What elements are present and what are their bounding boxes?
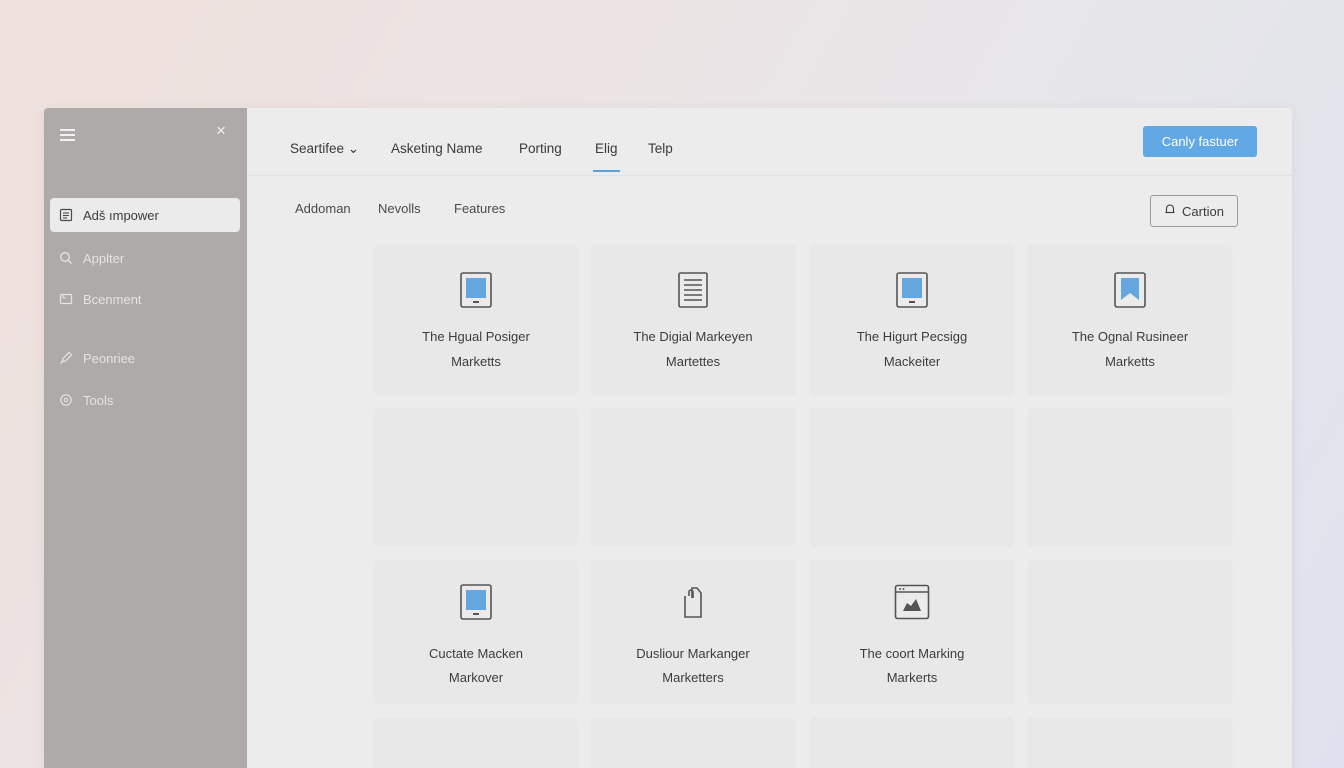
primary-action-button[interactable]: Canly fastuer — [1143, 126, 1257, 157]
card-empty — [1028, 718, 1232, 768]
card-9[interactable]: Dusliour Markanger Marketters — [591, 560, 795, 704]
tablet-icon — [458, 584, 494, 620]
folder-icon — [58, 291, 74, 307]
card-empty — [591, 718, 795, 768]
app-window: × Adš ımpower Applter Bcenment Peonriee — [44, 108, 1292, 768]
caption-button-label: Cartion — [1182, 203, 1224, 219]
card-empty — [1028, 408, 1232, 546]
card-title: The Hgual Posiger — [422, 329, 530, 344]
sidebar-item-tools[interactable]: Tools — [50, 383, 240, 417]
card-empty — [374, 408, 578, 546]
card-title: The Higurt Pecsigg — [856, 329, 968, 344]
card-10[interactable]: The coort Marking Markerts — [810, 560, 1014, 704]
sidebar-item-label: Adš ımpower — [83, 207, 159, 223]
pen-icon — [58, 350, 74, 366]
caption-button[interactable]: Cartion — [1150, 195, 1238, 227]
card-title: The Digial Markeyen — [633, 329, 753, 344]
card-empty — [810, 718, 1014, 768]
nav-item-porting[interactable]: Porting — [519, 141, 562, 156]
nav-item-seartifee[interactable]: Seartifee ⌄ — [290, 141, 359, 157]
card-subtitle: Marketters — [662, 670, 724, 685]
sidebar: × Adš ımpower Applter Bcenment Peonriee — [44, 108, 247, 768]
tablet-icon — [894, 272, 930, 308]
card-3[interactable]: The Ognal Rusineer Marketts — [1028, 245, 1232, 395]
tab-addoman[interactable]: Addoman — [295, 201, 351, 216]
main-content: Seartifee ⌄ Asketing Name Porting Elig T… — [247, 108, 1292, 768]
sidebar-item-peonriee[interactable]: Peonriee — [50, 341, 240, 375]
card-1[interactable]: The Digial Markeyen Martettes — [591, 245, 795, 395]
nav-item-telp[interactable]: Telp — [648, 141, 673, 156]
card-title: Dusliour Markanger — [636, 646, 750, 661]
clipboard-icon — [675, 584, 711, 620]
nav-item-asketing-name[interactable]: Asketing Name — [391, 141, 483, 156]
sidebar-item-label: Bcenment — [83, 291, 142, 307]
menu-icon[interactable] — [60, 129, 75, 141]
settings-icon — [58, 392, 74, 408]
card-empty — [1028, 560, 1232, 704]
tab-nevolls[interactable]: Nevolls — [378, 201, 421, 216]
close-icon[interactable]: × — [216, 121, 226, 141]
document-lines-icon — [675, 272, 711, 308]
card-0[interactable]: The Hgual Posiger Marketts — [374, 245, 578, 395]
card-subtitle: Markover — [448, 670, 504, 685]
card-8[interactable]: Cuctate Macken Markover — [374, 560, 578, 704]
card-empty — [374, 718, 578, 768]
card-subtitle: Mackeiter — [883, 354, 941, 369]
card-subtitle: Martettes — [665, 354, 721, 369]
card-title: The coort Marking — [859, 646, 965, 661]
bookmark-icon — [1112, 272, 1148, 308]
tablet-icon — [458, 272, 494, 308]
card-subtitle: Marketts — [1105, 354, 1155, 369]
card-subtitle: Marketts — [451, 354, 501, 369]
card-title: The Ognal Rusineer — [1071, 329, 1189, 344]
card-empty — [810, 408, 1014, 546]
sidebar-item-label: Applter — [83, 250, 125, 266]
nav-item-elig[interactable]: Elig — [593, 141, 619, 172]
card-empty — [591, 408, 795, 546]
tab-features[interactable]: Features — [454, 201, 505, 216]
sidebar-item-label: Peonriee — [83, 350, 136, 366]
card-2[interactable]: The Higurt Pecsigg Mackeiter — [810, 245, 1014, 395]
sidebar-item-bcenment[interactable]: Bcenment — [50, 282, 240, 316]
card-title: Cuctate Macken — [429, 646, 523, 661]
sidebar-item-applter[interactable]: Applter — [50, 241, 240, 275]
bell-icon — [1164, 203, 1176, 219]
sidebar-item-ads-empower[interactable]: Adš ımpower — [50, 198, 240, 232]
top-navigation: Seartifee ⌄ Asketing Name Porting Elig T… — [247, 108, 1292, 176]
browser-image-icon — [894, 584, 930, 620]
document-icon — [58, 207, 74, 223]
sidebar-item-label: Tools — [83, 392, 114, 408]
sidebar-header: × — [44, 108, 247, 168]
search-icon — [58, 250, 74, 266]
card-subtitle: Markerts — [886, 670, 938, 685]
